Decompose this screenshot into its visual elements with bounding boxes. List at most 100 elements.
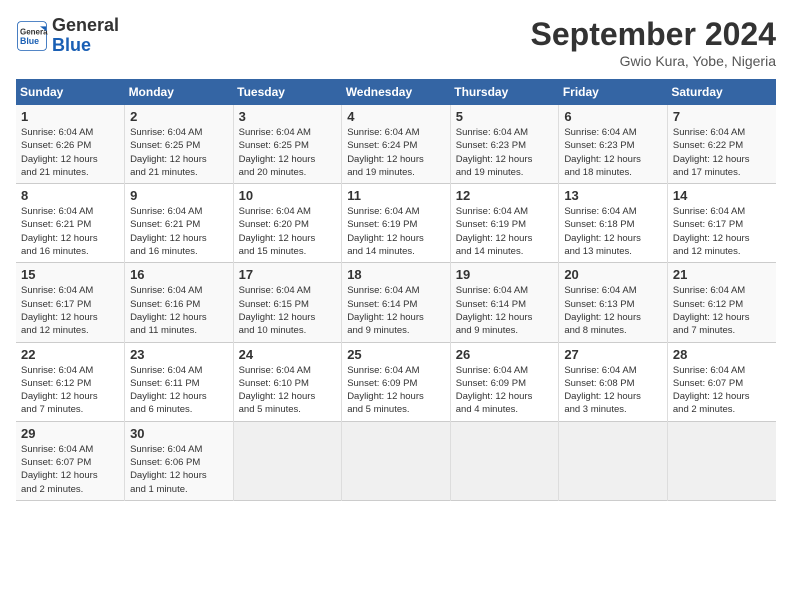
day-info: Sunrise: 6:04 AM Sunset: 6:14 PM Dayligh… xyxy=(347,284,445,337)
day-number: 24 xyxy=(239,347,337,362)
calendar-cell xyxy=(450,421,559,500)
day-number: 15 xyxy=(21,267,119,282)
day-number: 30 xyxy=(130,426,228,441)
logo-name: GeneralBlue xyxy=(52,16,119,56)
day-info: Sunrise: 6:04 AM Sunset: 6:15 PM Dayligh… xyxy=(239,284,337,337)
day-info: Sunrise: 6:04 AM Sunset: 6:09 PM Dayligh… xyxy=(347,364,445,417)
day-number: 10 xyxy=(239,188,337,203)
day-number: 17 xyxy=(239,267,337,282)
calendar-cell: 26 Sunrise: 6:04 AM Sunset: 6:09 PM Dayli… xyxy=(450,342,559,421)
calendar-cell: 25 Sunrise: 6:04 AM Sunset: 6:09 PM Dayli… xyxy=(342,342,451,421)
day-info: Sunrise: 6:04 AM Sunset: 6:19 PM Dayligh… xyxy=(456,205,554,258)
calendar-cell: 23 Sunrise: 6:04 AM Sunset: 6:11 PM Dayli… xyxy=(125,342,234,421)
day-number: 11 xyxy=(347,188,445,203)
day-number: 23 xyxy=(130,347,228,362)
calendar-cell xyxy=(233,421,342,500)
day-number: 29 xyxy=(21,426,119,441)
day-number: 2 xyxy=(130,109,228,124)
calendar-cell: 11 Sunrise: 6:04 AM Sunset: 6:19 PM Dayli… xyxy=(342,184,451,263)
day-number: 9 xyxy=(130,188,228,203)
weekday-header-tuesday: Tuesday xyxy=(233,79,342,105)
calendar-cell: 17 Sunrise: 6:04 AM Sunset: 6:15 PM Dayli… xyxy=(233,263,342,342)
day-info: Sunrise: 6:04 AM Sunset: 6:12 PM Dayligh… xyxy=(673,284,771,337)
weekday-header-saturday: Saturday xyxy=(667,79,776,105)
weekday-header-row: SundayMondayTuesdayWednesdayThursdayFrid… xyxy=(16,79,776,105)
day-number: 25 xyxy=(347,347,445,362)
day-number: 4 xyxy=(347,109,445,124)
day-info: Sunrise: 6:04 AM Sunset: 6:24 PM Dayligh… xyxy=(347,126,445,179)
calendar-cell: 13Sunrise: 6:04 AM Sunset: 6:18 PM Dayli… xyxy=(559,184,668,263)
calendar-cell: 3 Sunrise: 6:04 AM Sunset: 6:25 PM Daylig… xyxy=(233,105,342,184)
weekday-header-thursday: Thursday xyxy=(450,79,559,105)
day-number: 22 xyxy=(21,347,119,362)
day-info: Sunrise: 6:04 AM Sunset: 6:26 PM Dayligh… xyxy=(21,126,119,179)
day-number: 1 xyxy=(21,109,119,124)
day-number: 26 xyxy=(456,347,554,362)
day-info: Sunrise: 6:04 AM Sunset: 6:11 PM Dayligh… xyxy=(130,364,228,417)
calendar-cell: 15 Sunrise: 6:04 AM Sunset: 6:17 PM Dayli… xyxy=(16,263,125,342)
day-info: Sunrise: 6:04 AM Sunset: 6:22 PM Dayligh… xyxy=(673,126,771,179)
day-number: 7 xyxy=(673,109,771,124)
day-number: 27 xyxy=(564,347,662,362)
day-number: 8 xyxy=(21,188,119,203)
calendar-cell: 22 Sunrise: 6:04 AM Sunset: 6:12 PM Dayli… xyxy=(16,342,125,421)
calendar-cell: 28 Sunrise: 6:04 AM Sunset: 6:07 PM Dayli… xyxy=(667,342,776,421)
page-header: General Blue GeneralBlue September 2024 … xyxy=(16,16,776,69)
calendar-cell: 10Sunrise: 6:04 AM Sunset: 6:20 PM Dayli… xyxy=(233,184,342,263)
calendar-cell: 27Sunrise: 6:04 AM Sunset: 6:08 PM Dayli… xyxy=(559,342,668,421)
day-number: 16 xyxy=(130,267,228,282)
weekday-header-monday: Monday xyxy=(125,79,234,105)
day-number: 5 xyxy=(456,109,554,124)
calendar-cell xyxy=(559,421,668,500)
title-area: September 2024 Gwio Kura, Yobe, Nigeria xyxy=(531,16,776,69)
day-info: Sunrise: 6:04 AM Sunset: 6:09 PM Dayligh… xyxy=(456,364,554,417)
calendar-cell: 12 Sunrise: 6:04 AM Sunset: 6:19 PM Dayli… xyxy=(450,184,559,263)
calendar-week-row: 29 Sunrise: 6:04 AM Sunset: 6:07 PM Dayli… xyxy=(16,421,776,500)
calendar-cell: 21 Sunrise: 6:04 AM Sunset: 6:12 PM Dayli… xyxy=(667,263,776,342)
day-info: Sunrise: 6:04 AM Sunset: 6:12 PM Dayligh… xyxy=(21,364,119,417)
day-number: 3 xyxy=(239,109,337,124)
day-info: Sunrise: 6:04 AM Sunset: 6:17 PM Dayligh… xyxy=(673,205,771,258)
location: Gwio Kura, Yobe, Nigeria xyxy=(531,53,776,69)
weekday-header-friday: Friday xyxy=(559,79,668,105)
day-info: Sunrise: 6:04 AM Sunset: 6:21 PM Dayligh… xyxy=(21,205,119,258)
logo-icon: General Blue xyxy=(16,20,48,52)
day-info: Sunrise: 6:04 AM Sunset: 6:25 PM Dayligh… xyxy=(239,126,337,179)
day-info: Sunrise: 6:04 AM Sunset: 6:19 PM Dayligh… xyxy=(347,205,445,258)
month-title: September 2024 xyxy=(531,16,776,53)
day-info: Sunrise: 6:04 AM Sunset: 6:07 PM Dayligh… xyxy=(673,364,771,417)
calendar-cell: 2Sunrise: 6:04 AM Sunset: 6:25 PM Daylig… xyxy=(125,105,234,184)
calendar-cell: 7 Sunrise: 6:04 AM Sunset: 6:22 PM Daylig… xyxy=(667,105,776,184)
day-number: 20 xyxy=(564,267,662,282)
calendar-cell: 4 Sunrise: 6:04 AM Sunset: 6:24 PM Daylig… xyxy=(342,105,451,184)
day-info: Sunrise: 6:04 AM Sunset: 6:06 PM Dayligh… xyxy=(130,443,228,496)
calendar-week-row: 8 Sunrise: 6:04 AM Sunset: 6:21 PM Daylig… xyxy=(16,184,776,263)
day-number: 21 xyxy=(673,267,771,282)
day-number: 12 xyxy=(456,188,554,203)
weekday-header-wednesday: Wednesday xyxy=(342,79,451,105)
day-info: Sunrise: 6:04 AM Sunset: 6:16 PM Dayligh… xyxy=(130,284,228,337)
day-number: 19 xyxy=(456,267,554,282)
calendar-table: SundayMondayTuesdayWednesdayThursdayFrid… xyxy=(16,79,776,501)
weekday-header-sunday: Sunday xyxy=(16,79,125,105)
day-info: Sunrise: 6:04 AM Sunset: 6:07 PM Dayligh… xyxy=(21,443,119,496)
calendar-week-row: 15 Sunrise: 6:04 AM Sunset: 6:17 PM Dayli… xyxy=(16,263,776,342)
calendar-cell: 9 Sunrise: 6:04 AM Sunset: 6:21 PM Daylig… xyxy=(125,184,234,263)
day-info: Sunrise: 6:04 AM Sunset: 6:17 PM Dayligh… xyxy=(21,284,119,337)
day-info: Sunrise: 6:04 AM Sunset: 6:21 PM Dayligh… xyxy=(130,205,228,258)
day-info: Sunrise: 6:04 AM Sunset: 6:23 PM Dayligh… xyxy=(456,126,554,179)
calendar-cell xyxy=(667,421,776,500)
logo: General Blue GeneralBlue xyxy=(16,16,119,56)
day-number: 14 xyxy=(673,188,771,203)
day-number: 18 xyxy=(347,267,445,282)
day-info: Sunrise: 6:04 AM Sunset: 6:10 PM Dayligh… xyxy=(239,364,337,417)
svg-text:Blue: Blue xyxy=(20,36,39,46)
calendar-cell: 24 Sunrise: 6:04 AM Sunset: 6:10 PM Dayli… xyxy=(233,342,342,421)
calendar-cell: 20 Sunrise: 6:04 AM Sunset: 6:13 PM Dayli… xyxy=(559,263,668,342)
day-info: Sunrise: 6:04 AM Sunset: 6:13 PM Dayligh… xyxy=(564,284,662,337)
calendar-cell: 14 Sunrise: 6:04 AM Sunset: 6:17 PM Dayli… xyxy=(667,184,776,263)
day-info: Sunrise: 6:04 AM Sunset: 6:23 PM Dayligh… xyxy=(564,126,662,179)
day-info: Sunrise: 6:04 AM Sunset: 6:14 PM Dayligh… xyxy=(456,284,554,337)
calendar-cell: 1 Sunrise: 6:04 AM Sunset: 6:26 PM Daylig… xyxy=(16,105,125,184)
day-number: 28 xyxy=(673,347,771,362)
